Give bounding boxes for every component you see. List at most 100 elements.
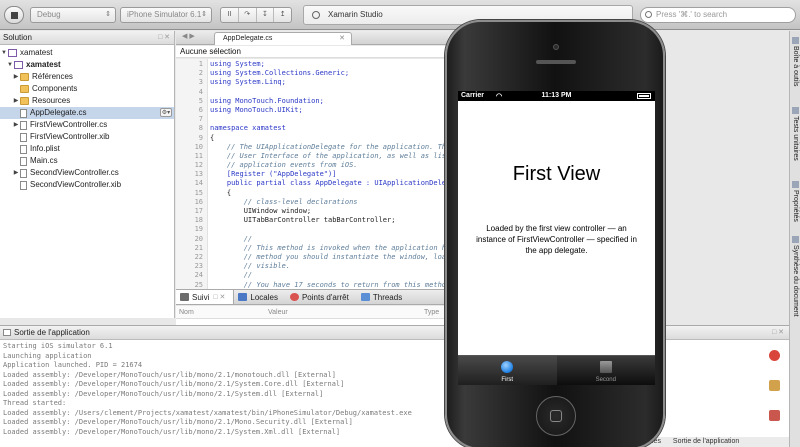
line-number: 21	[194, 243, 203, 252]
expander-icon[interactable]: ▶	[12, 167, 20, 179]
gear-icon[interactable]: ⚙▾	[160, 108, 172, 117]
file-icon	[20, 132, 27, 142]
tree-item[interactable]: SecondViewController.xib	[0, 179, 174, 191]
tab-second[interactable]: Second	[557, 356, 656, 385]
threads-icon	[360, 293, 370, 301]
tree-item[interactable]: Main.cs	[0, 155, 174, 167]
tree-item[interactable]: ▶ SecondViewController.cs	[0, 167, 174, 179]
step-into-button[interactable]: ↧	[257, 8, 275, 22]
solution-pad-header: Solution □ ✕	[0, 31, 174, 45]
code-editor[interactable]: 1 using System; 2 using System.Collections.…	[176, 59, 448, 289]
properties-pad-tab[interactable]: Propriétés	[790, 181, 800, 222]
tree-item[interactable]: FirstViewController.xib	[0, 131, 174, 143]
stop-button[interactable]	[4, 6, 24, 24]
tab-label: Locales	[250, 292, 278, 302]
tree-item[interactable]: ▶ FirstViewController.cs	[0, 119, 174, 131]
unit-tests-pad-tab[interactable]: Tests unitaires	[790, 107, 800, 161]
simulator-screen[interactable]: Carrier ◠ 11:13 PM First View Loaded by …	[458, 91, 655, 385]
tab-threads[interactable]: Threads	[357, 290, 410, 304]
breadcrumb[interactable]: Aucune sélection	[176, 46, 448, 58]
tree-item[interactable]: ▶ Références	[0, 71, 174, 83]
tab-first[interactable]: First	[458, 356, 557, 385]
tree-item[interactable]: AppDelegate.cs ⚙▾	[0, 107, 174, 119]
output-line: Starting iOS simulator 6.1	[3, 342, 113, 350]
tree-item-label: SecondViewController.cs	[30, 168, 119, 177]
output-icon	[3, 329, 11, 336]
pad-controls-icon[interactable]: □ ✕	[772, 326, 784, 339]
code-line: 14 public partial class AppDelegate : UI…	[176, 179, 448, 188]
home-button[interactable]	[536, 396, 576, 436]
column-name[interactable]: Nom	[179, 306, 194, 319]
line-text: UIWindow window;	[210, 207, 312, 215]
document-outline-icon	[791, 236, 799, 243]
tree-item-label: Resources	[32, 96, 71, 105]
clear-output-icon[interactable]	[769, 380, 780, 391]
pin-icon[interactable]	[769, 410, 780, 421]
stop-output-icon[interactable]	[769, 350, 780, 361]
tree-item[interactable]: Components	[0, 83, 174, 95]
ios-tab-bar: First Second	[458, 355, 655, 385]
battery-icon	[637, 93, 651, 99]
first-tab-icon	[501, 361, 514, 373]
code-line: 4	[176, 88, 448, 97]
toolbox-pad-tab[interactable]: Boîte à outils	[790, 37, 800, 86]
code-line: 21 // This method is invoked when the ap…	[176, 244, 448, 253]
search-input[interactable]: Press '⌘.' to search	[640, 7, 796, 23]
document-outline-pad-tab[interactable]: Synthèse du document	[790, 236, 800, 317]
tab-breakpoints[interactable]: Points d'arrêt	[286, 290, 357, 304]
properties-pad-label: Propriétés	[792, 190, 799, 222]
tree-item[interactable]: Info.plist	[0, 143, 174, 155]
output-log[interactable]: Starting iOS simulator 6.1 Launching appl…	[0, 340, 790, 439]
code-line: 16 // class-level declarations	[176, 198, 448, 207]
step-out-button[interactable]: ↥	[274, 8, 291, 22]
folder-icon	[20, 97, 29, 105]
line-number: 12	[194, 161, 203, 170]
expander-icon[interactable]: ▶	[12, 119, 20, 131]
tab-locales[interactable]: Locales	[234, 290, 286, 304]
tree-item[interactable]: ▼ xamatest	[0, 47, 174, 59]
expander-icon[interactable]: ▶	[12, 95, 20, 107]
line-number: 10	[194, 142, 203, 151]
expander-icon[interactable]: ▼	[6, 59, 14, 71]
step-over-button[interactable]: ↷	[239, 8, 257, 22]
column-value[interactable]: Valeur	[268, 306, 288, 319]
close-icon[interactable]: ✕	[339, 33, 345, 45]
line-number: 18	[194, 216, 203, 225]
line-text: // visible.	[210, 262, 291, 271]
tab-appdelegate[interactable]: AppDelegate.cs ✕	[214, 32, 352, 45]
tree-item-label: FirstViewController.xib	[30, 132, 110, 141]
line-number: 15	[194, 188, 203, 197]
second-tab-icon	[599, 361, 612, 373]
line-text: // method you should instantiate the win…	[210, 252, 448, 261]
line-number: 5	[198, 96, 203, 105]
debug-pad-tabs: Suivi □ ✕ Locales Points d'arrêt Threads	[176, 289, 448, 305]
pause-button[interactable]: II	[221, 8, 239, 22]
output-tab[interactable]: Sortie de l'application	[673, 438, 739, 445]
line-text: using MonoTouch.Foundation;	[210, 96, 324, 105]
file-icon	[20, 168, 27, 178]
tree-item-label: xamatest	[20, 48, 53, 57]
properties-icon	[791, 181, 799, 188]
line-number: 9	[198, 133, 203, 142]
tree-item-label: Main.cs	[30, 156, 58, 165]
pad-controls-icon[interactable]: □ ✕	[213, 293, 225, 301]
pad-controls-icon[interactable]: □ ✕	[158, 31, 170, 44]
tree-item[interactable]: ▶ Resources	[0, 95, 174, 107]
code-line: 3 using System.Linq;	[176, 78, 448, 87]
solution-tree: ▼ xamatest ▼ xamatest ▶ Références Components ▶…	[0, 45, 174, 191]
line-number: 23	[194, 262, 203, 271]
expander-icon[interactable]: ▼	[0, 47, 8, 59]
code-line: 18 UITabBarController tabBarController;	[176, 216, 448, 225]
target-combo[interactable]: iPhone Simulator 6.1 ⇕	[120, 7, 212, 23]
expander-icon[interactable]: ▶	[12, 71, 20, 83]
binoculars-icon	[180, 293, 189, 301]
tab-suivi[interactable]: Suivi □ ✕	[176, 290, 235, 304]
column-type[interactable]: Type	[424, 306, 439, 319]
code-line: 19	[176, 225, 448, 234]
configuration-combo[interactable]: Debug ⇕	[30, 7, 116, 23]
tree-item[interactable]: ▼ xamatest	[0, 59, 174, 71]
code-line: 7	[176, 115, 448, 124]
line-number: 25	[194, 280, 203, 289]
output-line: Loaded assembly: /Developer/MonoTouch/us…	[3, 380, 345, 388]
tab-nav-arrows-icon[interactable]: ◀ ▶	[182, 32, 195, 40]
